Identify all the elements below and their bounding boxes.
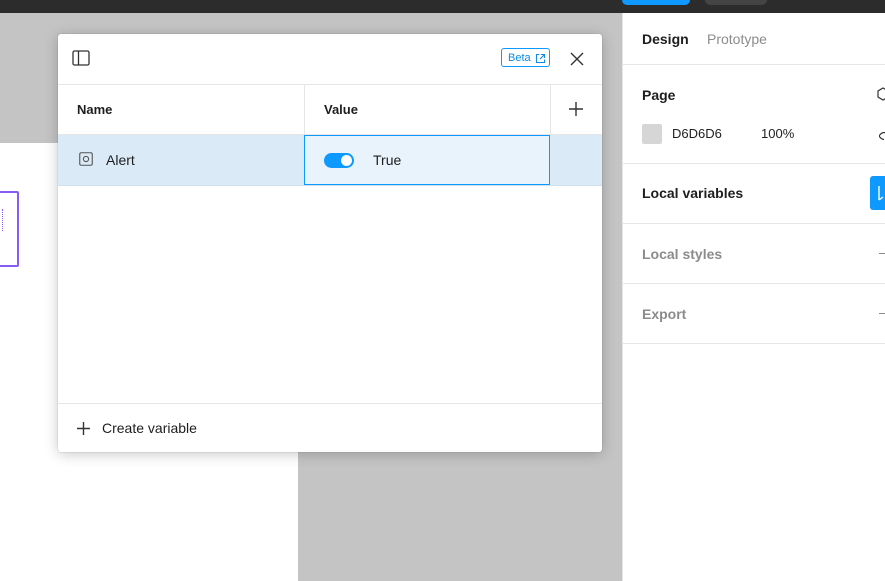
- hexagon-icon[interactable]: [877, 87, 885, 101]
- modal-footer: Create variable: [58, 403, 602, 453]
- tab-design[interactable]: Design: [642, 31, 689, 47]
- toolbar-share-button[interactable]: [622, 0, 690, 5]
- plus-icon: [77, 422, 90, 435]
- variables-icon: [878, 186, 884, 201]
- tab-prototype[interactable]: Prototype: [707, 31, 767, 47]
- local-styles-section: Local styles: [623, 224, 885, 284]
- eye-icon[interactable]: [878, 128, 885, 141]
- toggle-knob: [341, 155, 352, 166]
- variable-value-label: True: [373, 152, 402, 168]
- create-variable-label: Create variable: [102, 420, 197, 436]
- minus-icon[interactable]: [879, 313, 885, 314]
- column-divider[interactable]: [304, 85, 305, 135]
- export-section: Export: [623, 284, 885, 344]
- column-header-value: Value: [324, 102, 358, 117]
- local-variables-title: Local variables: [642, 185, 744, 201]
- external-link-icon: [535, 52, 546, 64]
- toolbar-present-button[interactable]: [705, 0, 767, 5]
- canvas-selected-element[interactable]: [0, 191, 19, 267]
- boolean-toggle[interactable]: [324, 153, 354, 168]
- add-mode-button[interactable]: [567, 100, 585, 118]
- minus-icon[interactable]: [879, 253, 885, 254]
- panel-tabs: Design Prototype: [623, 13, 885, 65]
- top-toolbar: [0, 0, 885, 13]
- local-styles-title: Local styles: [642, 246, 723, 262]
- page-section-title: Page: [642, 87, 676, 103]
- boolean-variable-icon: [79, 152, 93, 166]
- page-color-opacity[interactable]: 100%: [761, 126, 794, 141]
- local-variables-section: Local variables: [623, 164, 885, 224]
- page-color-hex[interactable]: D6D6D6: [672, 126, 722, 141]
- plus-icon: [569, 102, 583, 116]
- column-header-name: Name: [77, 102, 113, 117]
- variable-name[interactable]: Alert: [106, 135, 135, 185]
- beta-label: Beta: [508, 52, 531, 64]
- sidebar-toggle-icon[interactable]: [72, 50, 90, 66]
- page-section: Page D6D6D6 100%: [623, 64, 885, 164]
- open-variables-button[interactable]: [870, 176, 885, 210]
- page-color-swatch[interactable]: [642, 124, 662, 144]
- variable-value-cell[interactable]: True: [304, 135, 550, 185]
- close-icon[interactable]: [568, 50, 586, 68]
- table-row[interactable]: Alert True: [58, 135, 602, 186]
- column-divider[interactable]: [550, 85, 551, 135]
- modal-header: Beta: [58, 34, 602, 85]
- properties-panel: Design Prototype Page D6D6D6 100% Local …: [622, 13, 885, 581]
- table-header: Name Value: [58, 85, 602, 135]
- variables-modal: Beta Name Value Alert True Create variab…: [58, 34, 602, 452]
- export-title: Export: [642, 306, 687, 322]
- selection-guide: [2, 209, 4, 231]
- create-variable-button[interactable]: Create variable: [76, 404, 197, 453]
- beta-badge[interactable]: Beta: [501, 48, 550, 67]
